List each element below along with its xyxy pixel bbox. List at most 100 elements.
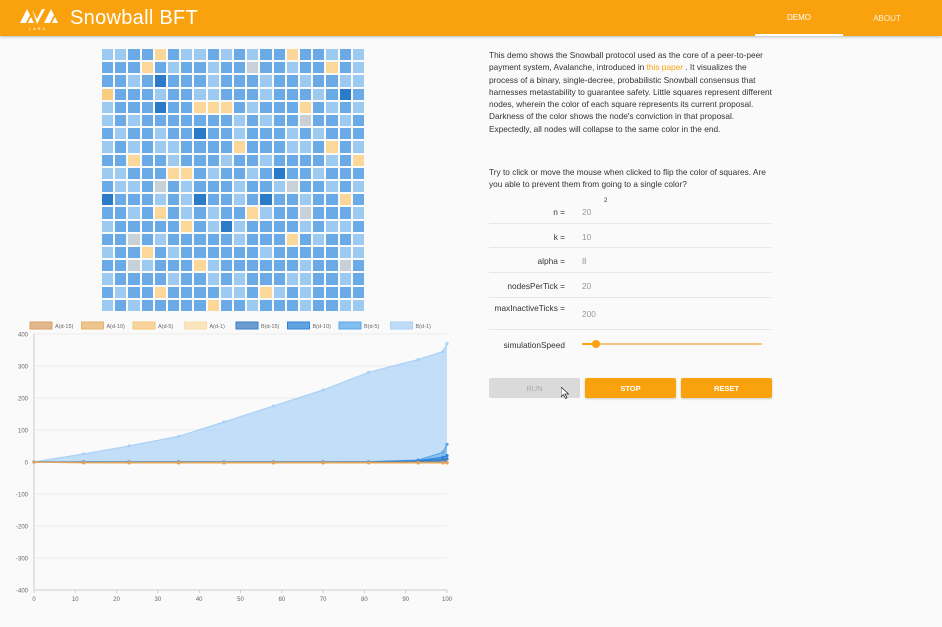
node-cell[interactable] (167, 167, 180, 179)
node-cell[interactable] (128, 246, 140, 259)
node-cell[interactable] (194, 299, 206, 311)
node-cell[interactable] (260, 286, 272, 298)
node-cell[interactable] (233, 233, 246, 245)
node-cell[interactable] (286, 180, 298, 193)
node-cell[interactable] (207, 128, 219, 140)
node-cell[interactable] (194, 128, 206, 140)
node-cell[interactable] (220, 141, 232, 153)
node-cell[interactable] (181, 49, 193, 61)
node-cell[interactable] (352, 299, 364, 311)
node-cell[interactable] (128, 154, 140, 166)
node-cell[interactable] (260, 194, 272, 206)
node-cell[interactable] (194, 114, 206, 127)
node-cell[interactable] (115, 154, 127, 166)
node-cell[interactable] (247, 207, 259, 219)
node-cell[interactable] (167, 286, 180, 298)
node-cell[interactable] (154, 114, 166, 127)
node-cell[interactable] (102, 114, 114, 127)
node-cell[interactable] (299, 154, 312, 166)
node-cell[interactable] (273, 49, 285, 61)
node-cell[interactable] (326, 154, 338, 166)
node-cell[interactable] (339, 246, 351, 259)
node-cell[interactable] (352, 220, 364, 232)
node-cell[interactable] (154, 128, 166, 140)
node-cell[interactable] (352, 233, 364, 245)
node-cell[interactable] (313, 194, 325, 206)
node-cell[interactable] (247, 246, 259, 259)
node-cell[interactable] (233, 260, 246, 272)
node-cell[interactable] (299, 299, 312, 311)
node-cell[interactable] (352, 154, 364, 166)
node-cell[interactable] (128, 141, 140, 153)
node-cell[interactable] (115, 299, 127, 311)
node-cell[interactable] (233, 220, 246, 232)
reset-button[interactable]: RESET (681, 378, 772, 398)
param-nodes-per-tick-input[interactable]: 20 (582, 281, 642, 291)
node-cell[interactable] (313, 220, 325, 232)
node-cell[interactable] (233, 88, 246, 100)
node-cell[interactable] (339, 141, 351, 153)
node-cell[interactable] (313, 49, 325, 61)
node-cell[interactable] (247, 273, 259, 285)
node-cell[interactable] (154, 180, 166, 193)
node-cell[interactable] (299, 273, 312, 285)
node-cell[interactable] (141, 49, 153, 61)
node-cell[interactable] (326, 88, 338, 100)
node-cell[interactable] (260, 101, 272, 113)
param-max-inactive-ticks-input[interactable]: 200 (582, 309, 642, 319)
node-cell[interactable] (233, 101, 246, 113)
node-cell[interactable] (286, 260, 298, 272)
node-cell[interactable] (273, 88, 285, 100)
node-cell[interactable] (339, 49, 351, 61)
node-grid[interactable] (102, 49, 364, 311)
node-cell[interactable] (286, 220, 298, 232)
node-cell[interactable] (352, 180, 364, 193)
node-cell[interactable] (233, 49, 246, 61)
node-cell[interactable] (286, 141, 298, 153)
node-cell[interactable] (167, 141, 180, 153)
node-cell[interactable] (220, 194, 232, 206)
node-cell[interactable] (233, 194, 246, 206)
node-cell[interactable] (273, 62, 285, 74)
node-cell[interactable] (286, 75, 298, 87)
node-cell[interactable] (207, 141, 219, 153)
node-cell[interactable] (326, 207, 338, 219)
stop-button[interactable]: STOP (585, 378, 676, 398)
node-cell[interactable] (286, 273, 298, 285)
node-cell[interactable] (313, 260, 325, 272)
node-cell[interactable] (313, 246, 325, 259)
node-cell[interactable] (207, 114, 219, 127)
node-cell[interactable] (181, 114, 193, 127)
node-cell[interactable] (326, 260, 338, 272)
node-cell[interactable] (260, 207, 272, 219)
node-cell[interactable] (286, 299, 298, 311)
node-cell[interactable] (141, 180, 153, 193)
node-cell[interactable] (326, 286, 338, 298)
node-cell[interactable] (154, 207, 166, 219)
node-cell[interactable] (313, 273, 325, 285)
node-cell[interactable] (352, 128, 364, 140)
node-cell[interactable] (233, 167, 246, 179)
node-cell[interactable] (181, 273, 193, 285)
node-cell[interactable] (220, 101, 232, 113)
node-cell[interactable] (181, 141, 193, 153)
node-cell[interactable] (167, 114, 180, 127)
node-cell[interactable] (194, 207, 206, 219)
node-cell[interactable] (194, 246, 206, 259)
node-cell[interactable] (141, 88, 153, 100)
node-cell[interactable] (220, 128, 232, 140)
node-cell[interactable] (247, 114, 259, 127)
node-cell[interactable] (141, 260, 153, 272)
node-cell[interactable] (115, 167, 127, 179)
node-cell[interactable] (167, 88, 180, 100)
node-cell[interactable] (141, 233, 153, 245)
node-cell[interactable] (326, 220, 338, 232)
node-cell[interactable] (286, 246, 298, 259)
node-cell[interactable] (233, 180, 246, 193)
node-cell[interactable] (313, 128, 325, 140)
node-cell[interactable] (207, 101, 219, 113)
node-cell[interactable] (339, 128, 351, 140)
node-cell[interactable] (233, 62, 246, 74)
node-cell[interactable] (326, 75, 338, 87)
node-cell[interactable] (352, 75, 364, 87)
